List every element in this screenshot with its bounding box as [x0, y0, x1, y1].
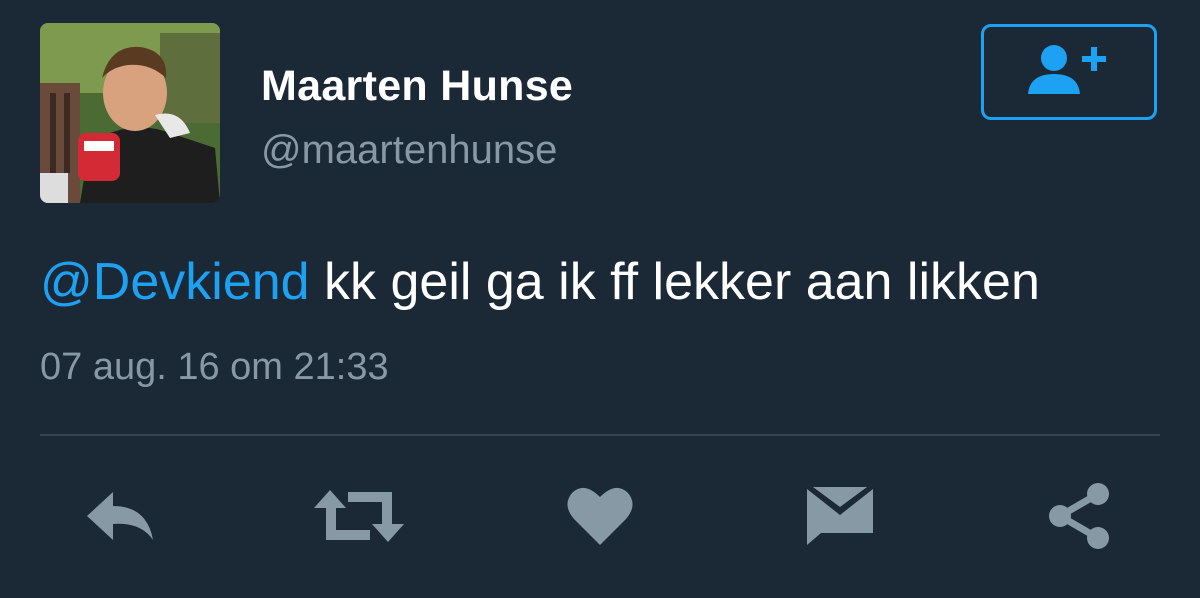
reply-button[interactable]	[76, 480, 166, 556]
retweet-icon	[312, 486, 406, 551]
user-display-name[interactable]: Maarten Hunse	[261, 62, 573, 111]
tweet-mention-link[interactable]: @Devkiend	[40, 253, 310, 311]
follow-button[interactable]	[981, 24, 1157, 120]
tweet-body: kk geil ga ik ff lekker aan likken	[309, 253, 1040, 311]
share-button[interactable]	[1034, 480, 1124, 556]
heart-icon	[566, 485, 634, 552]
direct-message-button[interactable]	[795, 480, 885, 556]
envelope-icon	[805, 485, 875, 552]
tweet-timestamp[interactable]: 07 aug. 16 om 21:33	[40, 346, 389, 389]
avatar[interactable]	[40, 23, 220, 203]
divider	[40, 434, 1160, 436]
user-handle[interactable]: @maartenhunse	[261, 128, 557, 173]
reply-icon	[81, 486, 161, 551]
like-button[interactable]	[555, 480, 645, 556]
share-icon	[1046, 482, 1112, 555]
tweet-text: @Devkiend kk geil ga ik ff lekker aan li…	[40, 252, 1040, 312]
retweet-button[interactable]	[314, 480, 404, 556]
add-user-icon	[1024, 42, 1114, 103]
